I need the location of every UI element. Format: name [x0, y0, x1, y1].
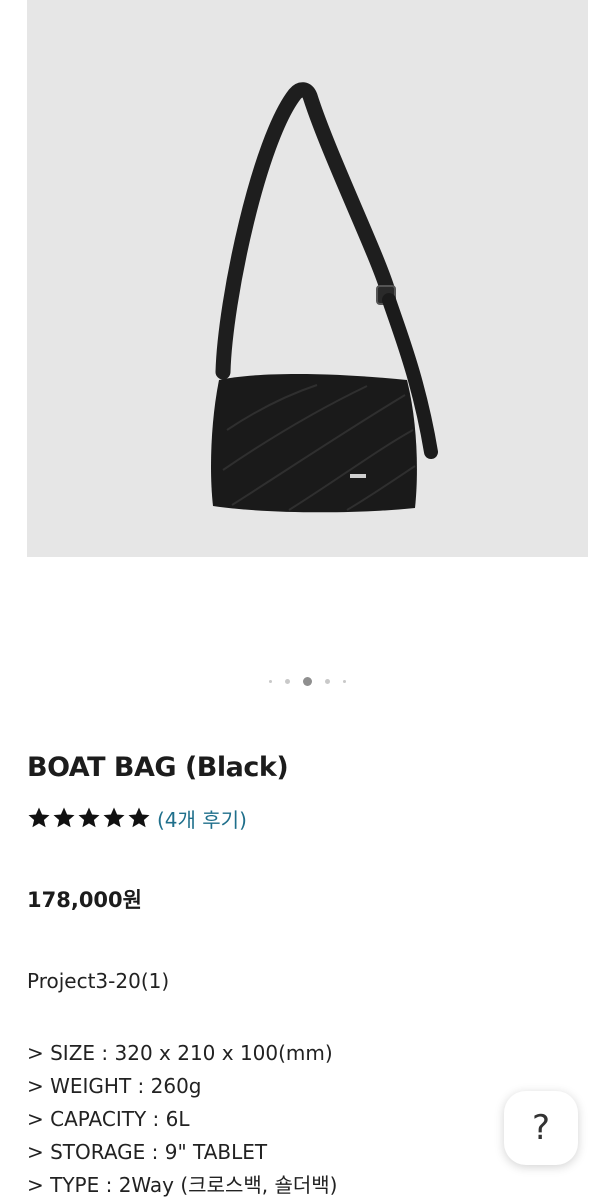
product-title: BOAT BAG (Black) [27, 752, 289, 783]
carousel-dot[interactable] [285, 678, 290, 684]
spec-capacity: > CAPACITY : 6L [27, 1107, 190, 1131]
spec-size: > SIZE : 320 x 210 x 100(mm) [27, 1041, 333, 1065]
star-icon [78, 807, 100, 828]
product-image[interactable] [27, 0, 588, 557]
carousel-dot[interactable] [343, 679, 346, 683]
question-mark-icon: ? [531, 1108, 551, 1148]
rating-row[interactable]: (4개 후기) [27, 803, 247, 833]
spec-weight: > WEIGHT : 260g [27, 1074, 202, 1098]
spec-type: > TYPE : 2Way (크로스백, 숄더백) [27, 1173, 338, 1197]
bag-body [211, 374, 417, 513]
carousel-dot[interactable] [325, 678, 330, 684]
help-button[interactable]: ? [504, 1091, 578, 1165]
spec-storage: > STORAGE : 9" TABLET [27, 1140, 268, 1164]
carousel-indicator[interactable] [0, 676, 615, 686]
carousel-dot-active[interactable] [303, 676, 312, 686]
star-icon [53, 807, 75, 828]
star-icon [128, 807, 150, 828]
product-price: 178,000원 [27, 888, 142, 912]
star-icon [103, 807, 125, 828]
bag-tag [350, 474, 366, 478]
reviews-link[interactable]: (4개 후기) [157, 804, 247, 833]
bag-illustration [211, 82, 438, 513]
spec-list: > SIZE : 320 x 210 x 100(mm) > WEIGHT : … [27, 1037, 338, 1202]
carousel-dot[interactable] [269, 679, 272, 683]
star-rating [27, 806, 151, 830]
product-code: Project3-20(1) [27, 969, 170, 993]
star-icon [28, 807, 50, 828]
bag-strap [215, 82, 395, 380]
